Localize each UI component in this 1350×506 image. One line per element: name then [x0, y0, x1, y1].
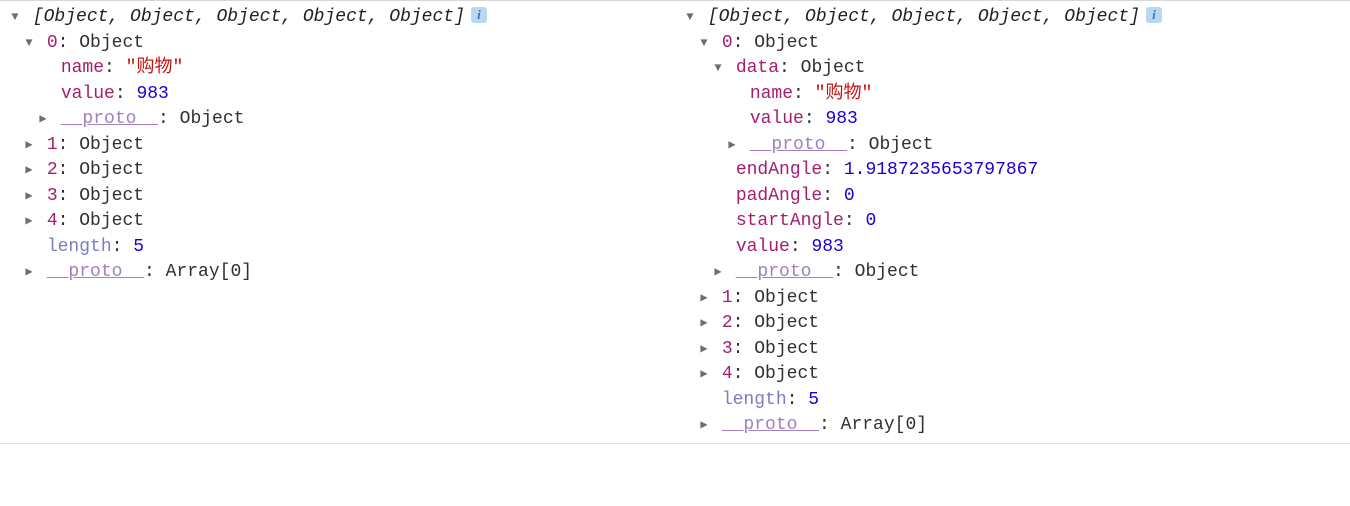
tree-row[interactable]: ▼ data: Object [683, 56, 1350, 82]
length-key: length [47, 237, 112, 257]
proto-key: __proto__ [47, 262, 144, 282]
tree-row[interactable]: ▶ 1: Object [683, 286, 1350, 312]
tree-row[interactable]: ▶ 4: Object [683, 362, 1350, 388]
object-index: 2 [47, 160, 58, 180]
prop-value: 983 [811, 237, 843, 257]
object-index: 0 [722, 33, 733, 53]
object-index: 3 [722, 339, 733, 359]
console-object-left: ▼ [Object, Object, Object, Object, Objec… [0, 5, 675, 439]
tree-row[interactable]: startAngle: 0 [683, 209, 1350, 235]
proto-value: Object [180, 109, 245, 129]
array-summary: [Object, Object, Object, Object, Object] [708, 7, 1140, 27]
tree-row[interactable]: ▼ 0: Object [683, 31, 1350, 57]
prop-value: "购物" [126, 58, 184, 78]
chevron-down-icon[interactable]: ▼ [697, 31, 711, 57]
tree-row[interactable]: ▶ 2: Object [683, 311, 1350, 337]
prop-value: 0 [844, 186, 855, 206]
prop-key: padAngle [736, 186, 822, 206]
tree-row[interactable]: ▶ 3: Object [8, 184, 675, 210]
array-summary-row[interactable]: ▼ [Object, Object, Object, Object, Objec… [8, 5, 675, 31]
chevron-right-icon[interactable]: ▶ [725, 133, 739, 159]
object-index: 2 [722, 313, 733, 333]
prop-value: 0 [865, 211, 876, 231]
tree-row[interactable]: ▶ __proto__: Object [683, 260, 1350, 286]
tree-row[interactable]: ▶ 3: Object [683, 337, 1350, 363]
tree-row[interactable]: ▶ __proto__: Object [683, 133, 1350, 159]
prop-key: data [736, 58, 779, 78]
object-index: 3 [47, 186, 58, 206]
prop-key: value [736, 237, 790, 257]
tree-row[interactable]: ▶ 4: Object [8, 209, 675, 235]
tree-row[interactable]: padAngle: 0 [683, 184, 1350, 210]
chevron-down-icon[interactable]: ▼ [8, 5, 22, 31]
prop-key: value [750, 109, 804, 129]
chevron-right-icon[interactable]: ▶ [697, 286, 711, 312]
object-index: 1 [47, 135, 58, 155]
tree-row[interactable]: ▶ __proto__: Array[0] [8, 260, 675, 286]
length-value: 5 [133, 237, 144, 257]
prop-value: 1.9187235653797867 [844, 160, 1038, 180]
proto-value: Array[0] [166, 262, 252, 282]
chevron-right-icon[interactable]: ▶ [36, 107, 50, 133]
tree-row[interactable]: value: 983 [683, 235, 1350, 261]
tree-row[interactable]: value: 983 [683, 107, 1350, 133]
prop-key: name [61, 58, 104, 78]
prop-value: 983 [136, 84, 168, 104]
tree-row[interactable]: ▶ 1: Object [8, 133, 675, 159]
array-summary-row[interactable]: ▼ [Object, Object, Object, Object, Objec… [683, 5, 1350, 31]
console-output: ▼ [Object, Object, Object, Object, Objec… [0, 0, 1350, 444]
proto-key: __proto__ [750, 135, 847, 155]
chevron-down-icon[interactable]: ▼ [22, 31, 36, 57]
proto-value: Object [855, 262, 920, 282]
chevron-right-icon[interactable]: ▶ [22, 184, 36, 210]
tree-row[interactable]: ▶ 2: Object [8, 158, 675, 184]
length-value: 5 [808, 390, 819, 410]
chevron-right-icon[interactable]: ▶ [22, 158, 36, 184]
object-index: 0 [47, 33, 58, 53]
proto-key: __proto__ [736, 262, 833, 282]
chevron-right-icon[interactable]: ▶ [22, 260, 36, 286]
tree-row[interactable]: value: 983 [8, 82, 675, 108]
tree-row[interactable]: ▶ __proto__: Object [8, 107, 675, 133]
chevron-right-icon[interactable]: ▶ [697, 337, 711, 363]
tree-row[interactable]: endAngle: 1.9187235653797867 [683, 158, 1350, 184]
object-index: 4 [47, 211, 58, 231]
chevron-right-icon[interactable]: ▶ [697, 413, 711, 439]
tree-row[interactable]: length: 5 [683, 388, 1350, 414]
array-summary: [Object, Object, Object, Object, Object] [33, 7, 465, 27]
info-icon[interactable]: i [471, 7, 487, 23]
chevron-right-icon[interactable]: ▶ [697, 311, 711, 337]
chevron-right-icon[interactable]: ▶ [711, 260, 725, 286]
prop-key: name [750, 84, 793, 104]
proto-key: __proto__ [61, 109, 158, 129]
object-index: 1 [722, 288, 733, 308]
chevron-down-icon[interactable]: ▼ [711, 56, 725, 82]
chevron-down-icon[interactable]: ▼ [683, 5, 697, 31]
chevron-right-icon[interactable]: ▶ [22, 209, 36, 235]
object-index: 4 [722, 364, 733, 384]
object-type: Object [754, 33, 819, 53]
prop-value: 983 [825, 109, 857, 129]
tree-row[interactable]: ▼ 0: Object [8, 31, 675, 57]
proto-key: __proto__ [722, 415, 819, 435]
tree-row[interactable]: ▶ __proto__: Array[0] [683, 413, 1350, 439]
chevron-right-icon[interactable]: ▶ [697, 362, 711, 388]
info-icon[interactable]: i [1146, 7, 1162, 23]
proto-value: Object [869, 135, 934, 155]
chevron-right-icon[interactable]: ▶ [22, 133, 36, 159]
proto-value: Array[0] [841, 415, 927, 435]
tree-row[interactable]: name: "购物" [8, 56, 675, 82]
object-type: Object [79, 33, 144, 53]
tree-row[interactable]: name: "购物" [683, 82, 1350, 108]
prop-key: startAngle [736, 211, 844, 231]
tree-row[interactable]: length: 5 [8, 235, 675, 261]
prop-key: value [61, 84, 115, 104]
prop-key: endAngle [736, 160, 822, 180]
console-object-right: ▼ [Object, Object, Object, Object, Objec… [675, 5, 1350, 439]
object-type: Object [801, 58, 866, 78]
prop-value: "购物" [815, 84, 873, 104]
length-key: length [722, 390, 787, 410]
